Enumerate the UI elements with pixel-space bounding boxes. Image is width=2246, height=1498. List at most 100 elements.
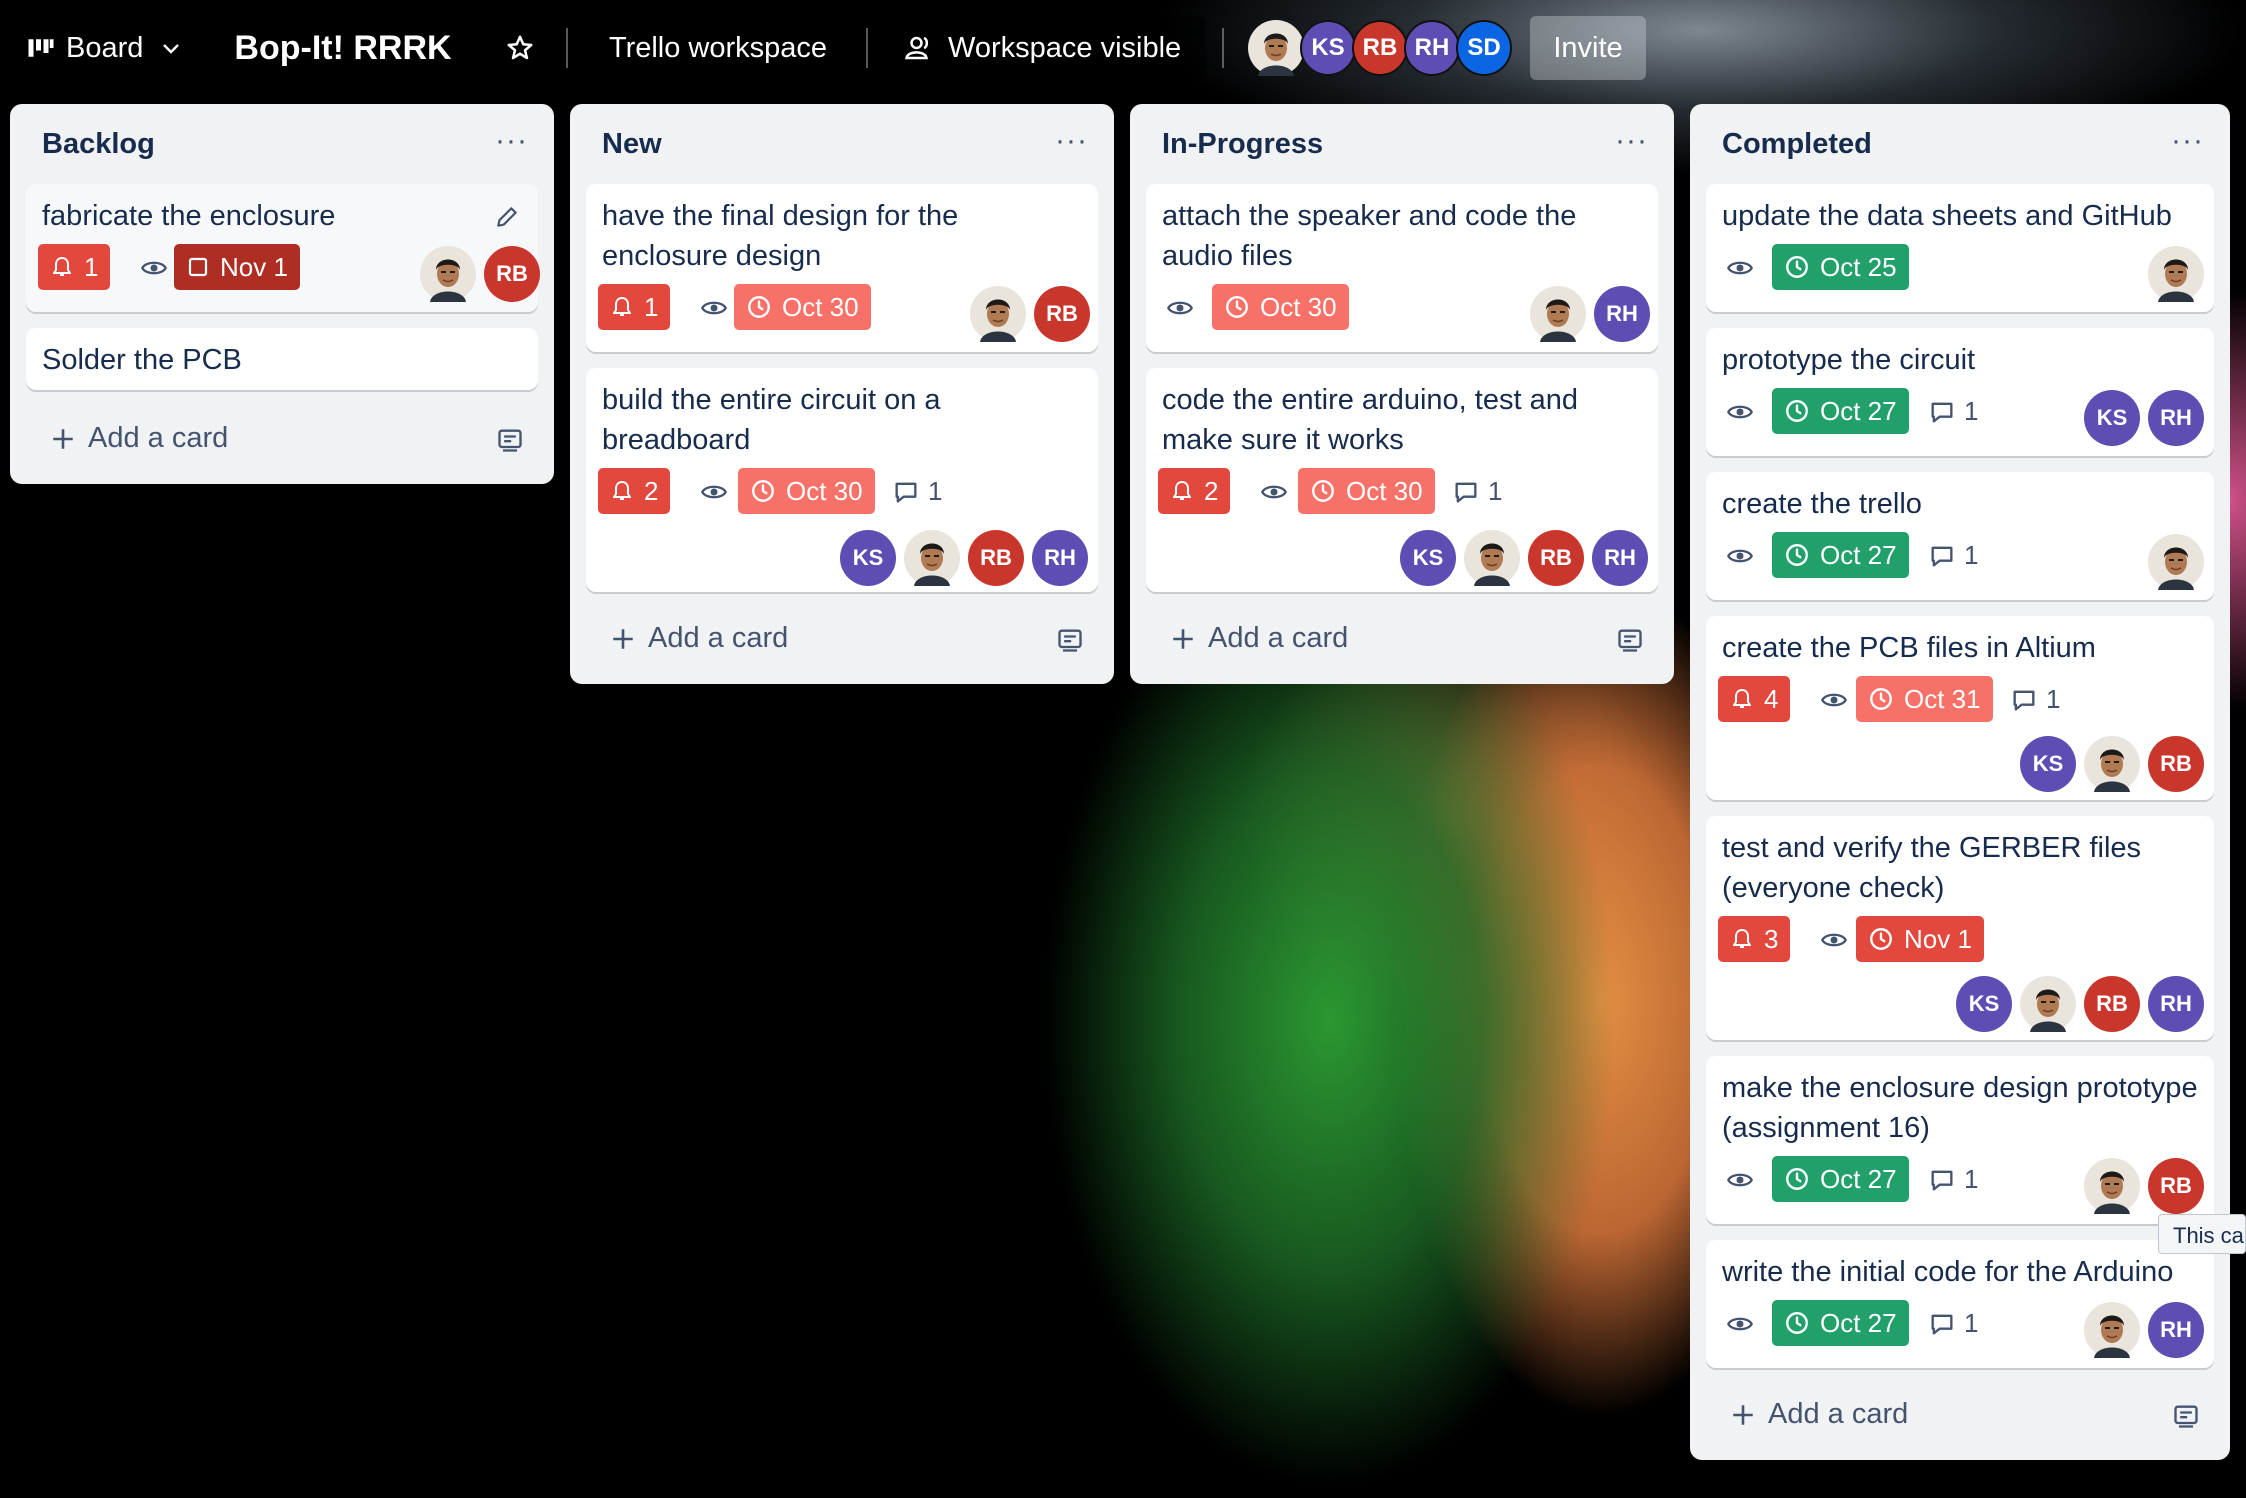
notification-count: 4	[1764, 683, 1779, 714]
list-title[interactable]: New	[602, 128, 662, 161]
member-avatar-rh[interactable]: RH	[1404, 20, 1460, 76]
template-icon[interactable]	[2172, 1402, 2200, 1430]
member-avatar-rh: RH	[1032, 530, 1088, 586]
watch-icon	[1260, 478, 1288, 506]
due-date-badge[interactable]: Oct 25	[1772, 244, 1909, 290]
due-date-badge[interactable]: Oct 27	[1772, 1156, 1909, 1202]
due-date: Oct 30	[786, 475, 863, 506]
card[interactable]: fabricate the enclosure 1 Nov 1 RB	[26, 184, 540, 312]
add-card-button[interactable]: Add a card	[50, 422, 228, 455]
add-card-button[interactable]: Add a card	[1170, 622, 1348, 655]
template-icon[interactable]	[1616, 626, 1644, 654]
member-avatar-photo[interactable]	[1248, 20, 1304, 76]
card[interactable]: attach the speaker and code the audio fil…	[1146, 184, 1658, 352]
plus-icon	[1730, 1402, 1756, 1428]
due-date-badge[interactable]: Oct 30	[1298, 468, 1435, 514]
due-date-badge[interactable]: Oct 27	[1772, 388, 1909, 434]
comment-icon: 1	[1928, 1164, 1978, 1195]
card[interactable]: prototype the circuit Oct 27 1 KS RH	[1706, 328, 2214, 456]
board-icon	[26, 33, 56, 63]
list-menu-button[interactable]: ···	[1615, 124, 1648, 158]
card[interactable]: have the final design for the enclosure d…	[586, 184, 1098, 352]
due-date-badge[interactable]: Nov 1	[174, 244, 300, 290]
due-date-badge[interactable]: Oct 27	[1772, 1300, 1909, 1346]
due-date-badge[interactable]: Nov 1	[1856, 916, 1984, 962]
notification-count: 2	[644, 475, 659, 506]
due-date-badge[interactable]: Oct 27	[1772, 532, 1909, 578]
comment-icon: 1	[1928, 396, 1978, 427]
card[interactable]: test and verify the GERBER files (everyon…	[1706, 816, 2214, 1040]
visibility-button[interactable]: Workspace visible	[886, 16, 1206, 80]
add-card-label: Add a card	[88, 422, 229, 454]
member-avatar-rh: RH	[2148, 976, 2204, 1032]
chevron-down-icon	[159, 36, 183, 60]
template-icon[interactable]	[496, 426, 524, 454]
member-avatar-rh: RH	[1592, 530, 1648, 586]
divider	[566, 28, 568, 68]
list-title[interactable]: Backlog	[42, 128, 155, 161]
template-icon[interactable]	[1056, 626, 1084, 654]
member-avatar-ks: KS	[1956, 976, 2012, 1032]
notification-badge: 1	[598, 284, 671, 330]
notification-badge: 2	[1158, 468, 1231, 514]
card-title: attach the speaker and code the audio fil…	[1162, 200, 1577, 272]
board-view-switcher[interactable]: Board	[10, 16, 196, 80]
board-switcher-label: Board	[66, 31, 144, 64]
member-avatar-photo	[1464, 530, 1520, 586]
card[interactable]: make the enclosure design prototype (assi…	[1706, 1056, 2214, 1224]
comment-count: 1	[1964, 1308, 1979, 1338]
invite-button[interactable]: Invite	[1530, 16, 1646, 80]
member-avatar-rh: RH	[1594, 286, 1650, 342]
card[interactable]: write the initial code for the Arduino O…	[1706, 1240, 2214, 1368]
list-title[interactable]: In-Progress	[1162, 128, 1323, 161]
comment-icon: 1	[892, 476, 942, 507]
card[interactable]: update the data sheets and GitHub Oct 25	[1706, 184, 2214, 312]
list-backlog: Backlog ··· fabricate the enclosure 1 No…	[10, 104, 554, 484]
comment-count: 1	[1964, 396, 1979, 426]
card[interactable]: create the PCB files in Altium 4 Oct 31 …	[1706, 616, 2214, 800]
member-avatar-sd[interactable]: SD	[1456, 20, 1512, 76]
divider	[1222, 28, 1224, 68]
due-date-badge[interactable]: Oct 30	[1212, 284, 1349, 330]
add-card-label: Add a card	[1208, 622, 1349, 654]
due-date-badge[interactable]: Oct 31	[1856, 676, 1993, 722]
comment-count: 1	[2046, 684, 2061, 714]
board-header: Board Bop-It! RRRK Trello workspace Work…	[0, 0, 2246, 96]
list-menu-button[interactable]: ···	[2171, 124, 2204, 158]
member-avatar-ks[interactable]: KS	[1300, 20, 1356, 76]
watch-icon	[1166, 294, 1194, 322]
list-title[interactable]: Completed	[1722, 128, 1872, 161]
card[interactable]: Solder the PCB	[26, 328, 538, 390]
member-avatar-rb[interactable]: RB	[1352, 20, 1408, 76]
due-date-badge[interactable]: Oct 30	[734, 284, 871, 330]
watch-icon	[1726, 398, 1754, 426]
notification-count: 1	[84, 251, 99, 282]
comment-icon: 1	[2010, 684, 2060, 715]
member-avatar-photo	[970, 286, 1026, 342]
pencil-icon[interactable]	[494, 204, 520, 230]
plus-icon	[1170, 626, 1196, 652]
member-avatar-ks: KS	[2020, 736, 2076, 792]
add-card-button[interactable]: Add a card	[610, 622, 788, 655]
add-card-button[interactable]: Add a card	[1730, 1398, 1908, 1431]
star-icon	[505, 33, 535, 63]
star-button[interactable]	[488, 16, 552, 80]
watch-icon	[700, 294, 728, 322]
list-menu-button[interactable]: ···	[1055, 124, 1088, 158]
board-title[interactable]: Bop-It! RRRK	[206, 16, 480, 80]
watch-icon	[140, 254, 168, 282]
card[interactable]: code the entire arduino, test and make su…	[1146, 368, 1658, 592]
watch-icon	[1726, 542, 1754, 570]
card-title: write the initial code for the Arduino	[1722, 1256, 2174, 1288]
member-avatar-rb: RB	[2148, 736, 2204, 792]
list-menu-button[interactable]: ···	[495, 124, 528, 158]
card-title: update the data sheets and GitHub	[1722, 200, 2172, 232]
comment-count: 1	[928, 476, 943, 506]
notification-count: 3	[1764, 923, 1779, 954]
card[interactable]: create the trello Oct 27 1	[1706, 472, 2214, 600]
due-date-badge[interactable]: Oct 30	[738, 468, 875, 514]
workspace-button[interactable]: Trello workspace	[586, 16, 850, 80]
member-avatar-rb: RB	[484, 246, 540, 302]
member-avatar-rb: RB	[1034, 286, 1090, 342]
card[interactable]: build the entire circuit on a breadboard …	[586, 368, 1098, 592]
